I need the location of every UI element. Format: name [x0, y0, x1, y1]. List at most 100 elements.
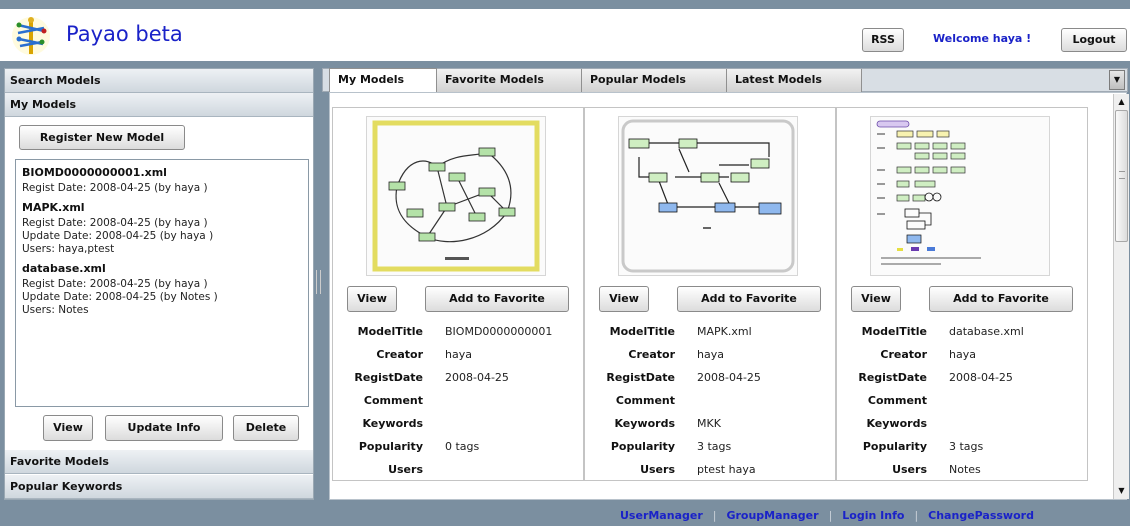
label-users: Users	[388, 463, 423, 476]
label-popularity: Popularity	[862, 440, 927, 453]
model-name: database.xml	[22, 262, 106, 275]
value-users: Notes	[949, 463, 981, 476]
model-detail: Users: haya,ptest	[22, 243, 115, 255]
list-item[interactable]: BIOMD0000000001.xml Regist Date: 2008-04…	[22, 166, 308, 195]
value-model-title: MAPK.xml	[697, 325, 752, 338]
add-to-favorite-button[interactable]: Add to Favorite	[425, 286, 569, 312]
footer-links: UserManager | GroupManager | Login Info | Chan…	[620, 509, 1034, 522]
model-detail: Regist Date: 2008-04-25 (by haya )	[22, 278, 208, 290]
model-name: BIOMD0000000001.xml	[22, 166, 167, 179]
value-keywords: MKK	[697, 417, 721, 430]
model-cards-area: View Add to Favorite ModelTitle BIOMD0000…	[329, 92, 1127, 500]
database-diagram-image	[876, 120, 981, 265]
card-view-button[interactable]: View	[851, 286, 901, 312]
delete-model-button[interactable]: Delete	[233, 415, 299, 441]
value-popularity: 3 tags	[949, 440, 984, 453]
value-model-title: BIOMD0000000001	[445, 325, 553, 338]
tab-my-models[interactable]: My Models	[329, 68, 437, 94]
scroll-down-arrow-icon[interactable]: ▼	[1114, 483, 1129, 499]
value-regist-date: 2008-04-25	[949, 371, 1013, 384]
register-new-model-button[interactable]: Register New Model	[19, 125, 185, 150]
label-keywords: Keywords	[362, 417, 423, 430]
model-detail: Update Date: 2008-04-25 (by haya )	[22, 230, 214, 242]
label-creator: Creator	[376, 348, 423, 361]
model-diagram-thumbnail[interactable]	[618, 116, 798, 276]
separator: |	[914, 509, 919, 522]
logout-button[interactable]: Logout	[1061, 28, 1127, 52]
network-diagram-image	[621, 119, 795, 273]
model-card: View Add to Favorite ModelTitle MAPK.xml …	[584, 107, 836, 481]
update-info-button[interactable]: Update Info	[105, 415, 223, 441]
value-creator: haya	[949, 348, 976, 361]
tab-strip: My Models Favorite Models Popular Models…	[322, 68, 1128, 94]
change-password-link[interactable]: ChangePassword	[928, 509, 1034, 522]
value-creator: haya	[697, 348, 724, 361]
label-model-title: ModelTitle	[861, 325, 927, 338]
tab-popular-models[interactable]: Popular Models	[582, 69, 727, 92]
label-users: Users	[640, 463, 675, 476]
scrollbar-thumb[interactable]	[1115, 110, 1128, 242]
model-name: MAPK.xml	[22, 201, 85, 214]
scroll-up-arrow-icon[interactable]: ▲	[1114, 94, 1129, 110]
user-manager-link[interactable]: UserManager	[620, 509, 703, 522]
model-detail: Regist Date: 2008-04-25 (by haya )	[22, 217, 208, 229]
separator: |	[828, 509, 833, 522]
model-info-table: ModelTitle BIOMD0000000001 Creator haya Re…	[333, 320, 583, 481]
tab-list-dropdown-icon[interactable]: ▼	[1109, 70, 1125, 90]
card-view-button[interactable]: View	[599, 286, 649, 312]
model-detail: Regist Date: 2008-04-25 (by haya )	[22, 182, 208, 194]
tab-latest-models[interactable]: Latest Models	[727, 69, 862, 92]
add-to-favorite-button[interactable]: Add to Favorite	[677, 286, 821, 312]
model-info-table: ModelTitle MAPK.xml Creator haya RegistDat…	[585, 320, 835, 481]
label-model-title: ModelTitle	[609, 325, 675, 338]
accordion-search-models[interactable]: Search Models	[5, 69, 313, 93]
list-item[interactable]: database.xml Regist Date: 2008-04-25 (by…	[22, 262, 308, 317]
rss-button[interactable]: RSS	[862, 28, 904, 52]
panel-splitter-handle[interactable]	[316, 270, 321, 294]
value-popularity: 3 tags	[697, 440, 732, 453]
label-regist-date: RegistDate	[606, 371, 675, 384]
model-detail: Users: Notes	[22, 304, 89, 316]
my-models-list[interactable]: BIOMD0000000001.xml Regist Date: 2008-04…	[15, 159, 309, 407]
content-scrollbar[interactable]: ▲ ▼	[1113, 94, 1129, 499]
accordion-my-models[interactable]: My Models	[5, 93, 313, 117]
model-diagram-thumbnail[interactable]	[366, 116, 546, 276]
accordion-popular-keywords[interactable]: Popular Keywords	[5, 475, 313, 499]
list-item[interactable]: MAPK.xml Regist Date: 2008-04-25 (by hay…	[22, 201, 308, 256]
label-regist-date: RegistDate	[354, 371, 423, 384]
label-popularity: Popularity	[610, 440, 675, 453]
add-to-favorite-button[interactable]: Add to Favorite	[929, 286, 1073, 312]
label-creator: Creator	[628, 348, 675, 361]
model-card: View Add to Favorite ModelTitle database.…	[836, 107, 1088, 481]
value-creator: haya	[445, 348, 472, 361]
model-detail: Update Date: 2008-04-25 (by Notes )	[22, 291, 218, 303]
payao-logo-icon	[12, 17, 50, 55]
label-comment: Comment	[363, 394, 423, 407]
label-comment: Comment	[615, 394, 675, 407]
model-card: View Add to Favorite ModelTitle BIOMD0000…	[332, 107, 584, 481]
value-popularity: 0 tags	[445, 440, 480, 453]
network-diagram-image	[372, 120, 540, 272]
label-model-title: ModelTitle	[357, 325, 423, 338]
label-keywords: Keywords	[866, 417, 927, 430]
label-users: Users	[892, 463, 927, 476]
label-creator: Creator	[880, 348, 927, 361]
welcome-message[interactable]: Welcome haya !	[933, 32, 1031, 45]
login-info-link[interactable]: Login Info	[842, 509, 904, 522]
value-model-title: database.xml	[949, 325, 1024, 338]
card-view-button[interactable]: View	[347, 286, 397, 312]
tab-favorite-models[interactable]: Favorite Models	[437, 69, 582, 92]
group-manager-link[interactable]: GroupManager	[726, 509, 818, 522]
accordion-favorite-models[interactable]: Favorite Models	[5, 450, 313, 474]
value-regist-date: 2008-04-25	[445, 371, 509, 384]
model-diagram-thumbnail[interactable]	[870, 116, 1050, 276]
view-model-button[interactable]: View	[43, 415, 93, 441]
value-regist-date: 2008-04-25	[697, 371, 761, 384]
header-bar: Payao beta RSS Welcome haya ! Logout	[0, 9, 1130, 61]
label-popularity: Popularity	[358, 440, 423, 453]
model-info-table: ModelTitle database.xml Creator haya Regis…	[837, 320, 1087, 481]
label-comment: Comment	[867, 394, 927, 407]
grip-icon	[1119, 171, 1125, 179]
left-panel: Search Models My Models Register New Mod…	[4, 68, 314, 500]
app-title: Payao beta	[66, 22, 183, 46]
